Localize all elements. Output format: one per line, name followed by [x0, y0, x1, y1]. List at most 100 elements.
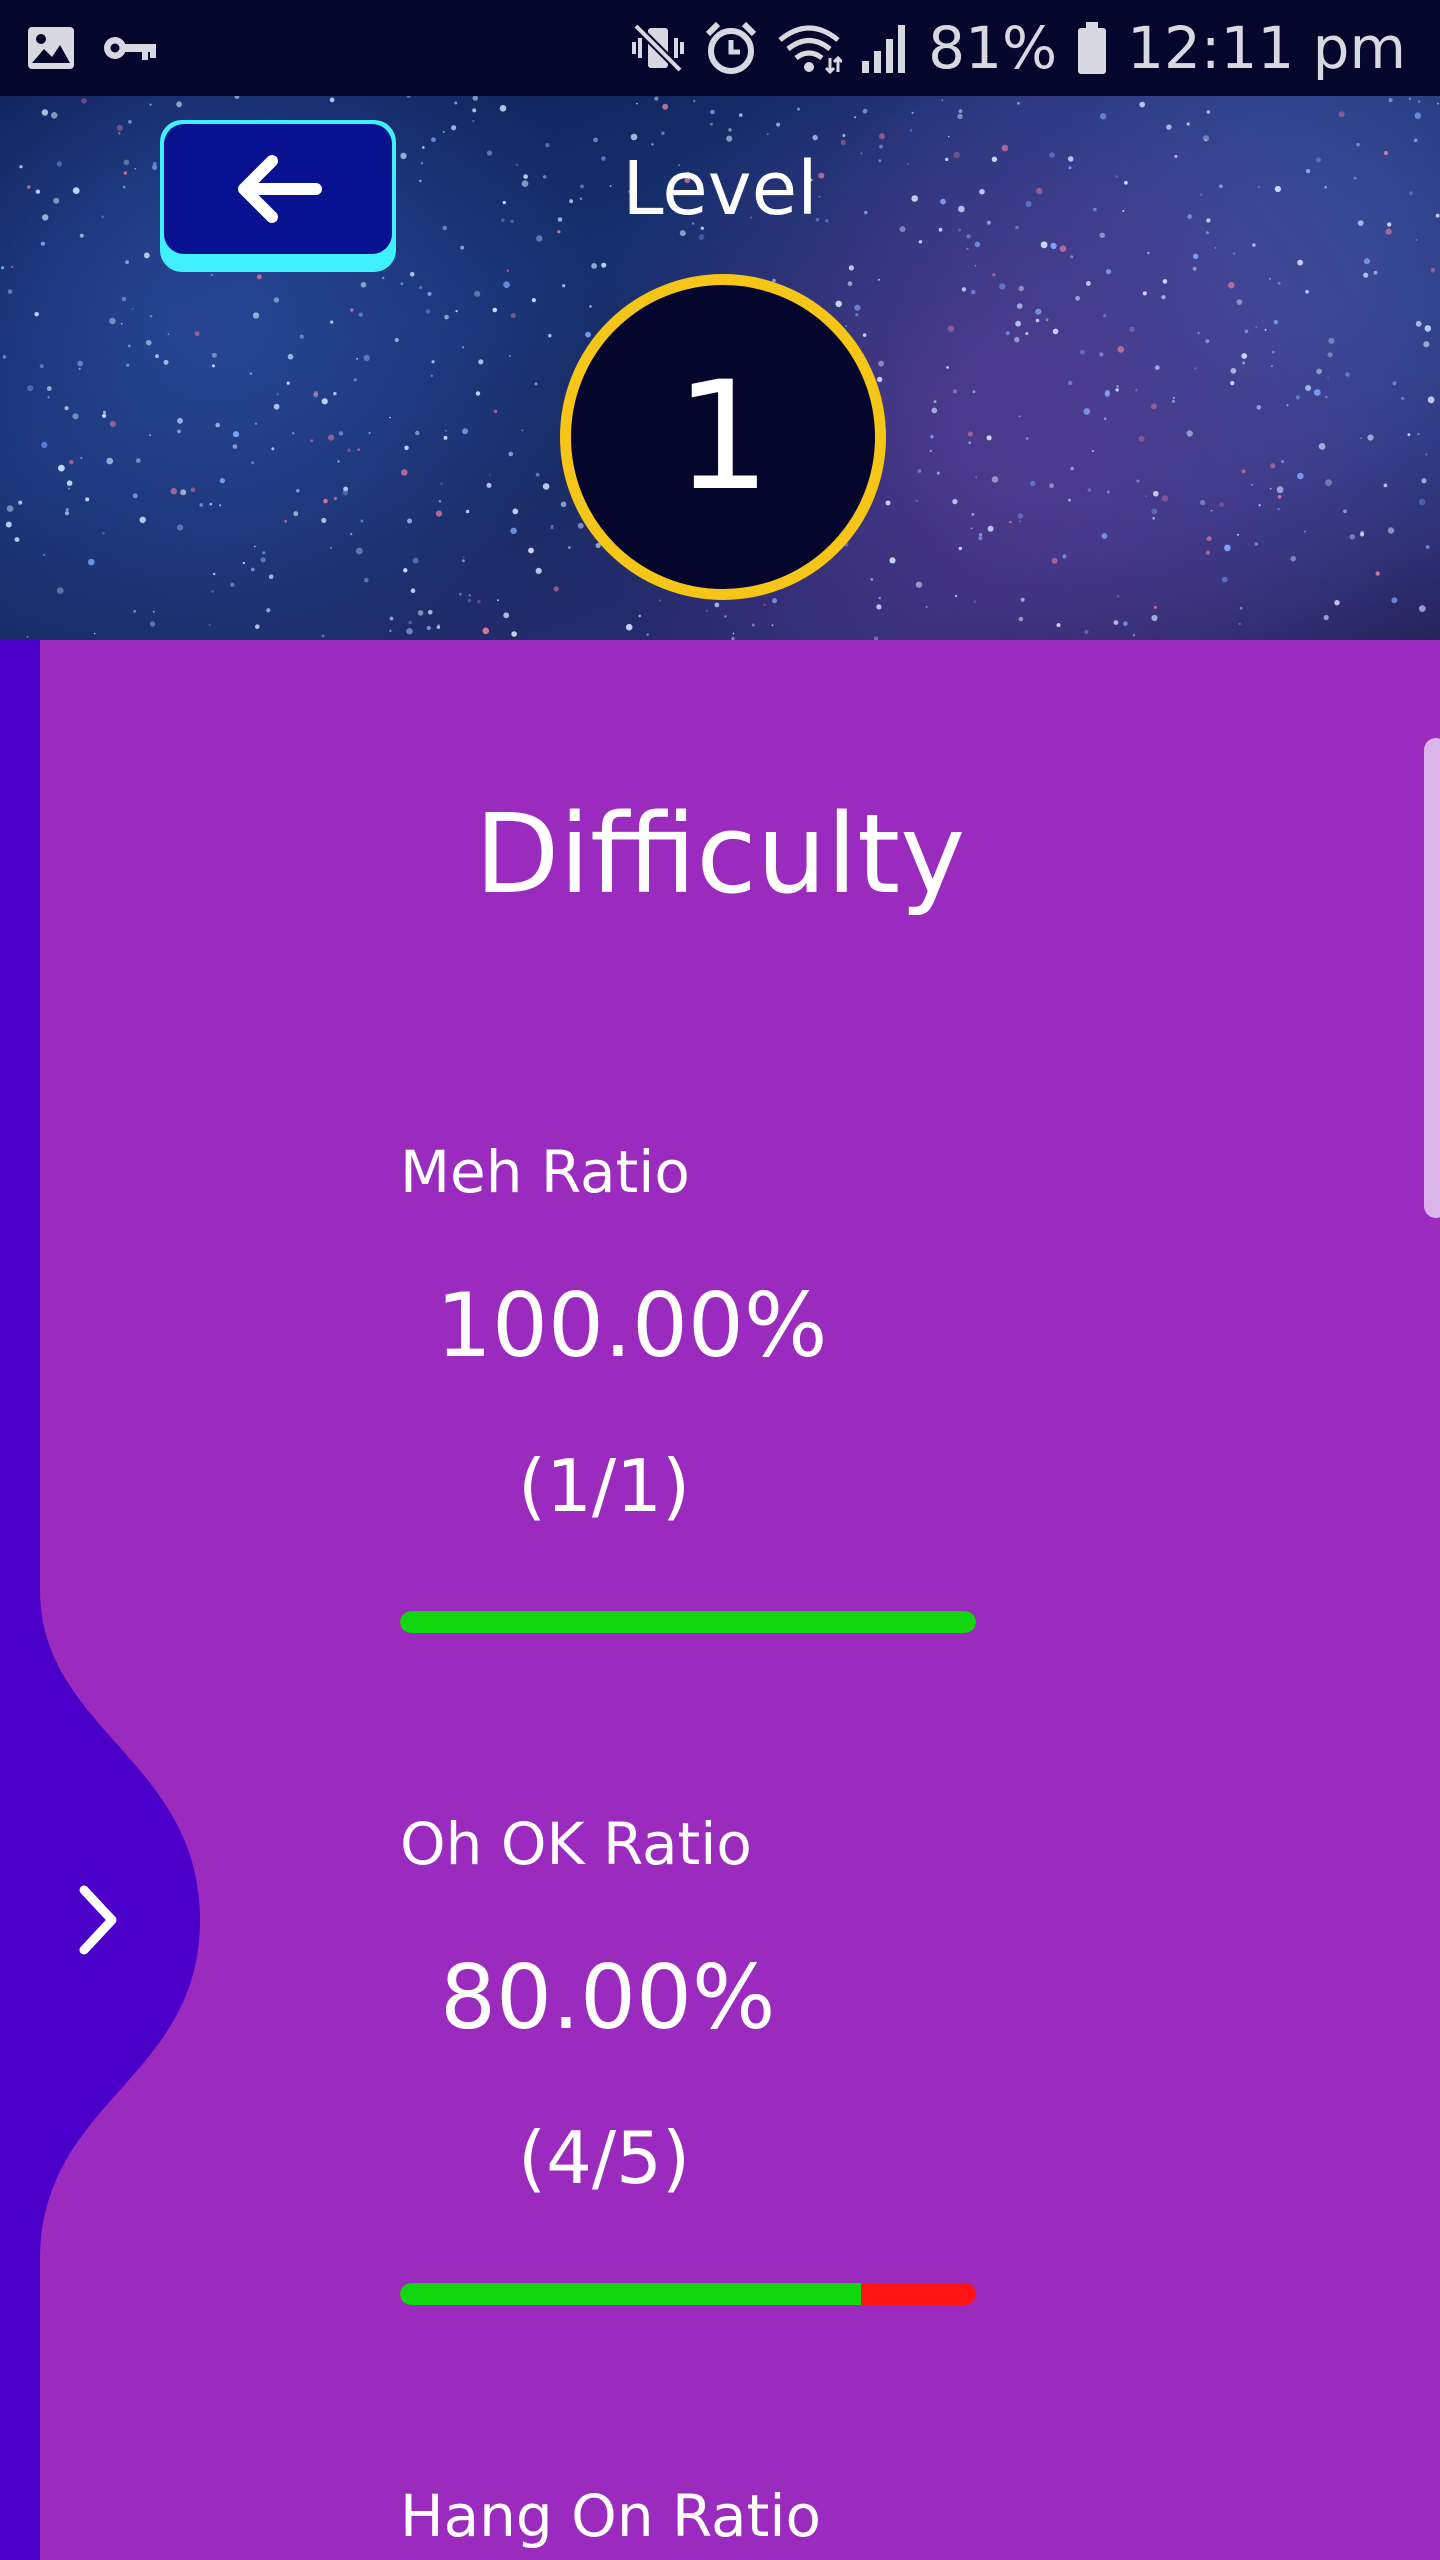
star-speck	[109, 317, 116, 325]
star-speck	[437, 624, 441, 628]
star-speck	[459, 592, 462, 596]
star-speck	[510, 313, 516, 319]
star-speck	[492, 307, 498, 313]
meh-ratio-count: (1/1)	[518, 1444, 691, 1528]
star-speck	[1200, 499, 1206, 506]
star-speck	[1017, 513, 1024, 519]
star-speck	[321, 634, 325, 638]
star-speck	[467, 598, 472, 603]
star-speck	[400, 282, 404, 286]
star-speck	[109, 421, 116, 427]
star-speck	[445, 429, 448, 432]
star-speck	[1051, 557, 1058, 564]
star-speck	[132, 493, 138, 499]
level-badge: 1	[560, 274, 886, 600]
star-speck	[1151, 403, 1157, 410]
star-speck	[542, 483, 550, 490]
star-speck	[1116, 385, 1119, 388]
star-speck	[855, 313, 859, 317]
star-speck	[971, 512, 975, 516]
star-speck	[1151, 508, 1158, 515]
star-speck	[1437, 102, 1439, 105]
star-speck	[991, 476, 999, 483]
star-speck	[1015, 320, 1021, 327]
star-speck	[56, 587, 64, 594]
star-speck	[64, 406, 69, 411]
star-speck	[347, 448, 351, 453]
star-speck	[1414, 112, 1422, 119]
star-speck	[149, 314, 153, 318]
star-speck	[41, 109, 49, 116]
star-speck	[1427, 396, 1435, 404]
star-speck	[1045, 318, 1049, 322]
star-speck	[93, 632, 96, 635]
star-speck	[230, 582, 235, 587]
star-speck	[1049, 483, 1054, 489]
star-speck	[953, 389, 957, 394]
star-speck	[638, 614, 641, 618]
star-speck	[661, 131, 665, 135]
star-speck	[1025, 332, 1029, 336]
star-speck	[177, 417, 183, 424]
star-speck	[118, 131, 121, 135]
star-speck	[440, 482, 443, 485]
star-speck	[472, 96, 478, 101]
star-speck	[508, 451, 514, 457]
star-speck	[14, 537, 20, 542]
star-speck	[330, 320, 334, 324]
star-speck	[121, 296, 127, 302]
star-speck	[1068, 380, 1073, 385]
star-speck	[321, 398, 328, 405]
star-speck	[357, 448, 360, 451]
star-speck	[389, 629, 392, 633]
star-speck	[472, 108, 477, 113]
star-speck	[66, 480, 73, 487]
star-speck	[338, 431, 344, 436]
star-speck	[842, 134, 846, 137]
star-speck	[1239, 606, 1243, 610]
side-drawer-handle[interactable]	[0, 640, 200, 2560]
star-speck	[1147, 251, 1150, 255]
star-speck	[255, 423, 257, 425]
star-speck	[474, 290, 481, 297]
star-speck	[728, 128, 732, 132]
star-speck	[553, 586, 559, 592]
star-speck	[1142, 291, 1147, 296]
battery-icon	[1078, 22, 1107, 74]
star-speck	[266, 608, 271, 613]
oh-ok-ratio-bar	[400, 2283, 976, 2305]
star-speck	[493, 409, 498, 414]
star-speck	[50, 112, 58, 119]
star-speck	[878, 360, 884, 367]
star-speck	[835, 300, 842, 307]
star-speck	[1277, 508, 1280, 511]
star-speck	[1113, 620, 1119, 625]
star-speck	[1407, 433, 1411, 437]
star-speck	[427, 291, 432, 296]
star-speck	[915, 499, 918, 503]
chevron-right-icon[interactable]	[70, 1880, 130, 1960]
star-speck	[1153, 490, 1159, 497]
star-speck	[1151, 614, 1158, 622]
star-speck	[102, 413, 107, 418]
star-speck	[1286, 404, 1289, 407]
star-speck	[966, 234, 971, 239]
hang-on-ratio-label: Hang On Ratio	[400, 2482, 821, 2550]
star-speck	[329, 546, 333, 549]
star-speck	[591, 263, 597, 269]
star-speck	[126, 363, 130, 367]
star-speck	[577, 522, 584, 529]
star-speck	[1323, 614, 1329, 621]
star-speck	[234, 96, 240, 99]
star-speck	[64, 511, 70, 516]
star-speck	[1417, 433, 1420, 435]
star-speck	[256, 274, 262, 280]
star-speck	[1018, 415, 1021, 418]
star-speck	[970, 289, 976, 295]
star-speck	[1099, 113, 1107, 120]
star-speck	[139, 516, 146, 523]
star-speck	[1035, 308, 1042, 315]
star-speck	[941, 99, 944, 101]
meh-ratio-bar	[400, 1611, 976, 1633]
status-bar: 81% 12:11 pm	[0, 0, 1440, 96]
